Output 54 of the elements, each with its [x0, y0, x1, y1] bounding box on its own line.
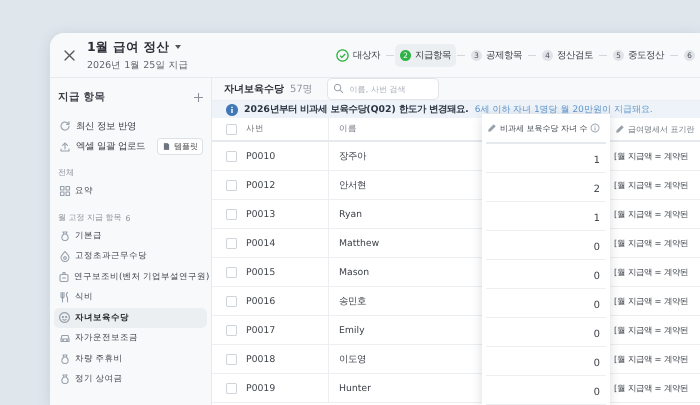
column-header: 급여명세서 표기란: [628, 124, 695, 134]
notice-detail: 6세 이하 자녀 1명당 월 20만원이 지급돼요.: [474, 104, 653, 116]
step-label: 지급항목: [415, 48, 451, 62]
payment-date: 2026년 1월 25일 지급: [87, 58, 188, 72]
sidebar-item[interactable]: 정기 상여금: [54, 369, 207, 390]
table-cell: 0: [594, 242, 600, 253]
table-cell: 0: [594, 300, 600, 311]
table-cell-text: P0014: [246, 238, 276, 248]
table-cell: [월 지급액 = 계약된: [614, 354, 688, 364]
table-cell-text: P0012: [246, 180, 276, 190]
step-label: 공제항목: [486, 48, 522, 62]
sidebar-item[interactable]: 차량 주휴비: [54, 348, 207, 369]
table-cell: [월 지급액 = 계약된: [614, 324, 688, 336]
table-cell: 0: [594, 358, 600, 369]
table-cell: [월 지급액 = 계약된: [614, 296, 688, 306]
action-link[interactable]: 최신 정보 반영: [76, 120, 136, 133]
table-cell-text: P0015: [246, 266, 276, 278]
sidebar-item[interactable]: 자녀보육수당: [54, 308, 207, 328]
sidebar-title: 지급 항목: [58, 90, 106, 104]
table-cell: [월 지급액 = 계약된: [614, 150, 688, 162]
table-cell: 0: [594, 387, 600, 398]
table-cell: [월 지급액 = 계약된: [614, 208, 688, 220]
window-title: 1월 급여 정산: [87, 38, 170, 56]
sidebar-item[interactable]: 요약: [54, 181, 207, 202]
list-title: 자녀보육수당: [224, 83, 284, 96]
table-cell: 1: [594, 213, 600, 224]
sidebar-item[interactable]: 식비: [54, 287, 207, 308]
step-label: 대상자: [353, 48, 380, 62]
table-cell: [월 지급액 = 계약된: [614, 266, 688, 278]
table-cell: 1: [594, 155, 600, 166]
action-link[interactable]: 엑셀 일괄 업로드: [76, 140, 145, 154]
step-tab[interactable]: 대상자: [331, 44, 385, 66]
step-label: 정산검토: [557, 48, 593, 62]
sidebar-item[interactable]: 고정초과근무수당: [54, 246, 207, 266]
table-cell-text: P0010: [246, 150, 276, 162]
sidebar-item[interactable]: 연구보조비(벤처 기업부설연구원): [54, 266, 207, 287]
search-field[interactable]: 이름, 사번 검색: [326, 78, 439, 100]
table-cell: [월 지급액 = 계약된: [614, 238, 688, 248]
table-cell-text: P0017: [246, 324, 276, 336]
table-cell-text: P0016: [246, 296, 276, 306]
table-cell: [월 지급액 = 계약된: [614, 382, 688, 394]
table-cell: 0: [594, 329, 600, 340]
column-header: 사번: [246, 123, 265, 135]
employee-count: 57명: [290, 83, 313, 96]
table-cell: 2: [594, 184, 600, 195]
table-cell-text: P0019: [246, 382, 276, 394]
notice-text: 2026년부터 비과세 보육수당(Q02) 한도가 변경돼요.: [244, 103, 469, 116]
sidebar-item[interactable]: 기본급: [54, 226, 207, 246]
table-cell: [월 지급액 = 계약된: [614, 180, 688, 190]
step-label: 중도정산: [628, 48, 664, 62]
table-cell-text: P0013: [246, 208, 276, 220]
table-cell: 0: [594, 271, 600, 282]
table-cell-text: P0018: [246, 354, 276, 364]
sidebar-item[interactable]: 자가운전보조금: [54, 328, 207, 348]
